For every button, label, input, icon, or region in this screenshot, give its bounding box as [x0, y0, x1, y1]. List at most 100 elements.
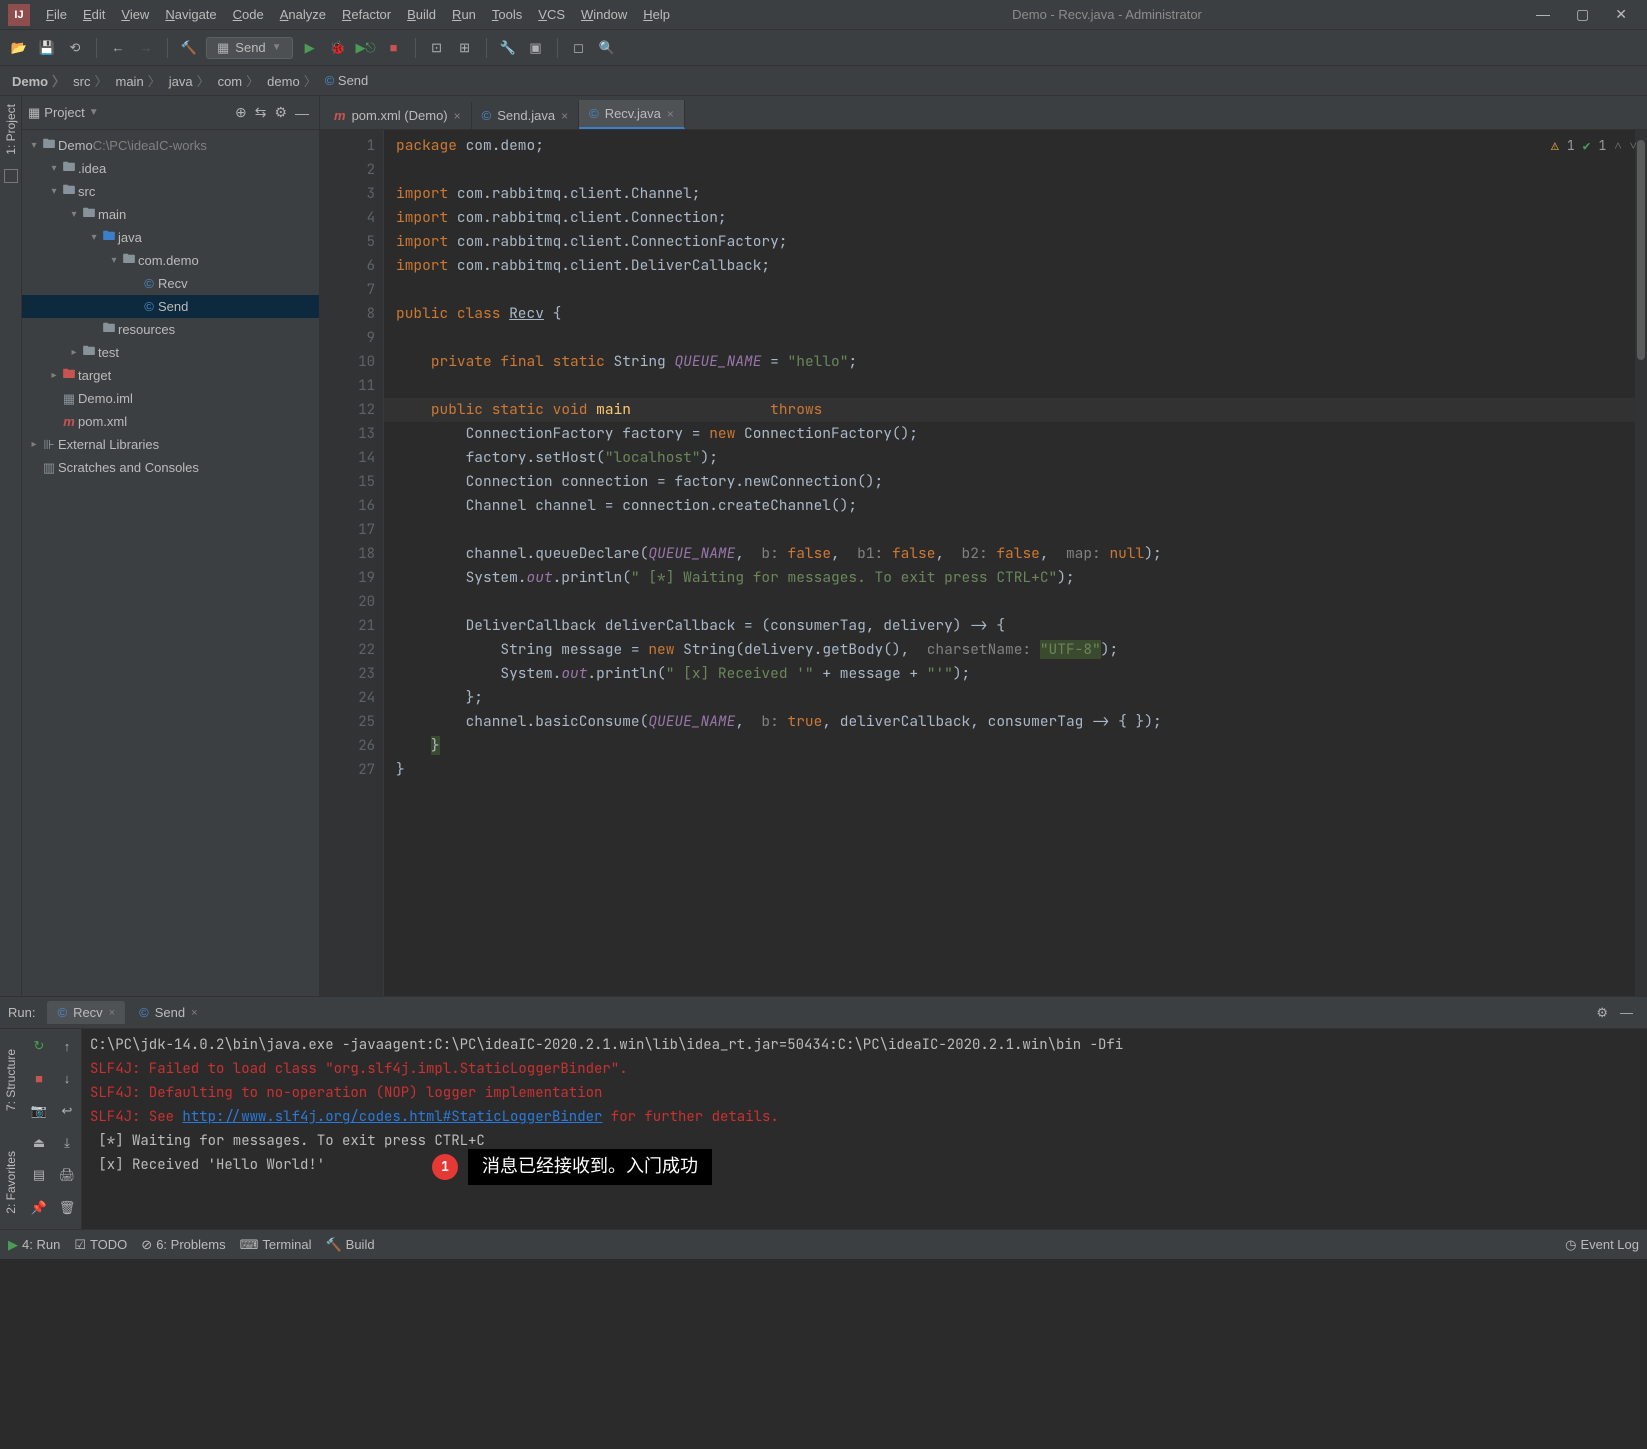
run-tab[interactable]: © Send × [129, 1001, 207, 1024]
project-tool-button[interactable]: 1: Project [4, 100, 18, 159]
tree-node-java[interactable]: 🖿java [22, 226, 319, 249]
rerun-icon[interactable]: ↻ [28, 1035, 50, 1057]
menu-view[interactable]: View [113, 7, 157, 22]
chevron-up-icon[interactable]: ˄ [1614, 134, 1621, 158]
wrench-icon[interactable]: 🔧 [497, 37, 519, 59]
print-icon[interactable]: 🖨 [56, 1164, 78, 1186]
profile-icon[interactable]: ⊡ [426, 37, 448, 59]
close-tab-icon[interactable]: × [561, 109, 568, 123]
event-log-button[interactable]: ◷Event Log [1565, 1237, 1639, 1253]
favorites-tool-button[interactable]: 2: Favorites [4, 1151, 18, 1214]
sync-icon[interactable]: ⟲ [64, 37, 86, 59]
menu-tools[interactable]: Tools [484, 7, 530, 22]
stop-icon[interactable]: ■ [383, 37, 405, 59]
editor-tab[interactable]: © Recv.java × [579, 100, 685, 129]
menu-navigate[interactable]: Navigate [157, 7, 224, 22]
back-icon[interactable]: ← [107, 37, 129, 59]
menu-build[interactable]: Build [399, 7, 444, 22]
up-icon[interactable]: ↑ [56, 1035, 78, 1057]
project-panel-title[interactable]: ▦ Project ▼ [28, 105, 99, 121]
breadcrumb-item[interactable]: java [165, 71, 214, 90]
exit-icon[interactable]: ⏏ [28, 1132, 50, 1154]
breadcrumb-item[interactable]: Demo [8, 71, 69, 90]
hide-icon[interactable]: — [291, 105, 313, 121]
editor-scrollbar[interactable] [1635, 130, 1647, 996]
run-config-selector[interactable]: ▦ Send ▼ [206, 37, 293, 59]
tree-node-send[interactable]: ©Send [22, 295, 319, 318]
tree-node-demo-iml[interactable]: ▦Demo.iml [22, 387, 319, 410]
tree-node-com-demo[interactable]: 🖿com.demo [22, 249, 319, 272]
tree-node-scratches-and-consoles[interactable]: ▥Scratches and Consoles [22, 456, 319, 479]
collapse-icon[interactable]: ⇆ [251, 104, 271, 121]
menu-code[interactable]: Code [225, 7, 272, 22]
scroll-icon[interactable]: ⤓ [56, 1132, 78, 1154]
save-all-icon[interactable]: 💾 [36, 37, 58, 59]
editor-tab[interactable]: © Send.java × [472, 102, 579, 129]
stop-icon[interactable]: ■ [28, 1067, 50, 1089]
breadcrumb-item[interactable]: © Send [321, 73, 373, 88]
tree-node-external-libraries[interactable]: ⊪External Libraries [22, 433, 319, 456]
tree-node-recv[interactable]: ©Recv [22, 272, 319, 295]
coverage-icon[interactable]: ▶⎋ [355, 37, 377, 59]
breadcrumb-item[interactable]: com [214, 71, 264, 90]
down-icon[interactable]: ↓ [56, 1067, 78, 1089]
build-tool-button[interactable]: 🔨Build [325, 1237, 374, 1253]
code-area[interactable]: package com.demo; import com.rabbitmq.cl… [384, 130, 1647, 996]
tree-node-main[interactable]: 🖿main [22, 203, 319, 226]
wrap-icon[interactable]: ↩ [56, 1100, 78, 1122]
run-tool-button[interactable]: ▶4: Run [8, 1237, 60, 1253]
bookmark-tool-icon[interactable] [4, 169, 18, 183]
close-button[interactable]: ✕ [1615, 6, 1627, 23]
problems-tool-button[interactable]: ⊘6: Problems [141, 1237, 225, 1253]
camera-icon[interactable]: 📷 [28, 1100, 50, 1122]
run-icon[interactable]: ▶ [299, 37, 321, 59]
forward-icon[interactable]: → [135, 37, 157, 59]
tree-node-demo[interactable]: 🖿Demo C:\PC\ideaIC-works [22, 134, 319, 157]
layout-icon[interactable]: ▤ [28, 1164, 50, 1186]
hide-icon[interactable]: — [1614, 1005, 1639, 1020]
console-output[interactable]: C:\PC\jdk-14.0.2\bin\java.exe -javaagent… [82, 1029, 1647, 1229]
tree-node--idea[interactable]: 🖿.idea [22, 157, 319, 180]
gear-icon[interactable]: ⚙ [270, 104, 291, 121]
open-icon[interactable]: 📂 [8, 37, 30, 59]
tree-node-target[interactable]: 🖿target [22, 364, 319, 387]
tree-node-test[interactable]: 🖿test [22, 341, 319, 364]
chevron-down-icon[interactable]: ˅ [1630, 134, 1637, 158]
gear-icon[interactable]: ⚙ [1590, 1005, 1614, 1021]
run-tab[interactable]: © Recv × [47, 1001, 125, 1024]
tree-node-pom-xml[interactable]: mpom.xml [22, 410, 319, 433]
todo-tool-button[interactable]: ☑TODO [74, 1237, 127, 1253]
debug-icon[interactable]: 🐞 [327, 37, 349, 59]
structure-tool-button[interactable]: 7: Structure [4, 1049, 18, 1111]
locate-icon[interactable]: ⊕ [231, 104, 251, 121]
breadcrumb-item[interactable]: src [69, 71, 111, 90]
menu-help[interactable]: Help [635, 7, 678, 22]
close-tab-icon[interactable]: × [667, 107, 674, 121]
editor-tab[interactable]: m pom.xml (Demo) × [324, 102, 472, 129]
project-structure-icon[interactable]: ▣ [525, 37, 547, 59]
menu-window[interactable]: Window [573, 7, 635, 22]
maximize-button[interactable]: ▢ [1576, 6, 1589, 23]
menu-file[interactable]: File [38, 7, 75, 22]
close-tab-icon[interactable]: × [454, 109, 461, 123]
tree-node-resources[interactable]: 🖿resources [22, 318, 319, 341]
pin-icon[interactable]: 📌 [28, 1197, 50, 1219]
search-icon[interactable]: 🔍 [596, 37, 618, 59]
menu-vcs[interactable]: VCS [530, 7, 573, 22]
attach-icon[interactable]: ⊞ [454, 37, 476, 59]
build-icon[interactable]: 🔨 [178, 37, 200, 59]
menu-run[interactable]: Run [444, 7, 484, 22]
inspection-widget[interactable]: ⚠1 ✔1 ˄ ˅ [1551, 134, 1637, 158]
trash-icon[interactable]: 🗑 [56, 1197, 78, 1219]
annotation-text: 消息已经接收到。入门成功 [468, 1149, 712, 1185]
menu-refactor[interactable]: Refactor [334, 7, 399, 22]
expand-icon[interactable]: ◻ [568, 37, 590, 59]
breadcrumb-item[interactable]: main [112, 71, 165, 90]
minimize-button[interactable]: — [1536, 6, 1550, 23]
scrollbar-thumb[interactable] [1637, 140, 1645, 360]
menu-edit[interactable]: Edit [75, 7, 113, 22]
menu-analyze[interactable]: Analyze [272, 7, 334, 22]
breadcrumb-item[interactable]: demo [263, 71, 321, 90]
tree-node-src[interactable]: 🖿src [22, 180, 319, 203]
terminal-tool-button[interactable]: ⌨Terminal [240, 1237, 312, 1253]
